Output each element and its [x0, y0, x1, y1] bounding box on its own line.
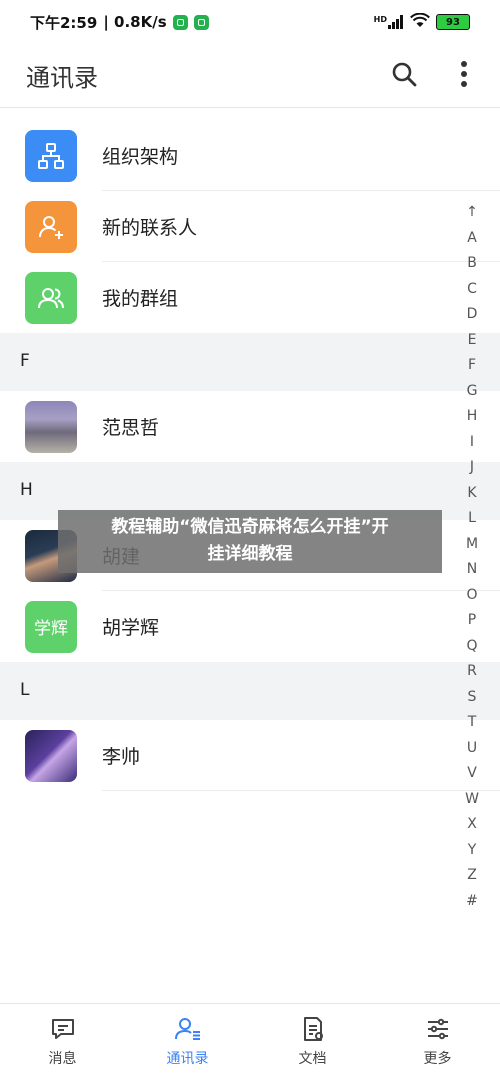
tab-documents[interactable]: 文档 [250, 1004, 375, 1084]
alphabet-index-letter[interactable]: N [467, 557, 477, 583]
more-vertical-icon [461, 61, 467, 87]
alphabet-index-letter[interactable]: V [467, 761, 477, 787]
quick-item-label: 我的群组 [102, 288, 179, 310]
alphabet-index-letter[interactable]: P [468, 608, 476, 634]
status-bar: 下午2:59 | 0.8K/s HD 93 [0, 0, 500, 44]
quick-item-new-contacts[interactable]: 新的联系人 [0, 191, 500, 262]
quick-item-label: 新的联系人 [102, 217, 198, 239]
bottom-nav: 消息 通讯录 文档 更多 [0, 1003, 500, 1084]
alphabet-index-letter[interactable]: Z [467, 863, 477, 889]
alphabet-index-letter[interactable]: U [467, 736, 477, 762]
page-title: 通讯录 [26, 64, 98, 92]
alphabet-index-letter[interactable]: L [468, 506, 476, 532]
contact-row[interactable]: 学辉 胡学辉 [0, 591, 500, 662]
alphabet-index-letter[interactable]: A [467, 226, 477, 252]
status-left: 下午2:59 | 0.8K/s [30, 12, 209, 33]
contact-name: 胡学辉 [102, 617, 160, 639]
status-right: HD 93 [374, 12, 470, 32]
add-user-icon [25, 200, 77, 253]
alphabet-index-letter[interactable]: D [467, 302, 478, 328]
alphabet-index-letter[interactable]: G [467, 379, 478, 405]
alphabet-index-letter[interactable]: M [466, 532, 478, 558]
divider [102, 790, 500, 791]
overlay-line-1: 教程辅助“微信迅奇麻将怎么开挂”开 [111, 517, 389, 537]
tab-label: 文档 [298, 1051, 327, 1067]
alphabet-index-letter[interactable]: ↑ [466, 200, 478, 226]
overlay-line-2: 挂详细教程 [207, 544, 293, 564]
section-letter: F [20, 351, 30, 371]
contact-avatar [25, 729, 77, 782]
contact-avatar: 学辉 [25, 600, 77, 653]
alphabet-index-letter[interactable]: # [466, 889, 478, 915]
alphabet-index-letter[interactable]: X [467, 812, 477, 838]
status-time: 下午2:59 [30, 13, 98, 32]
search-button[interactable] [388, 58, 420, 90]
tab-label: 消息 [48, 1051, 77, 1067]
alphabet-index-letter[interactable]: J [470, 455, 474, 481]
alphabet-index-letter[interactable]: T [468, 710, 477, 736]
alphabet-index-letter[interactable]: O [466, 583, 477, 609]
document-icon [303, 1017, 323, 1041]
app-header: 通讯录 [0, 44, 500, 108]
quick-item-org-chart[interactable]: 组织架构 [0, 120, 500, 191]
alphabet-index-letter[interactable]: H [467, 404, 478, 430]
watermark-overlay: 教程辅助“微信迅奇麻将怎么开挂”开 挂详细教程 [58, 510, 442, 573]
alphabet-index-letter[interactable]: S [468, 685, 477, 711]
alphabet-index-letter[interactable]: B [467, 251, 477, 277]
quick-item-label: 组织架构 [102, 146, 179, 168]
section-header-f: F [0, 333, 500, 391]
alphabet-index-letter[interactable]: F [468, 353, 476, 379]
message-icon [51, 1019, 74, 1039]
sliders-icon [427, 1018, 448, 1040]
battery-icon: 93 [436, 14, 470, 30]
tab-label: 通讯录 [166, 1051, 209, 1067]
contact-avatar [25, 400, 77, 453]
hd-label: HD [373, 15, 387, 24]
search-icon [392, 62, 417, 87]
tab-more[interactable]: 更多 [375, 1004, 500, 1084]
alphabet-index-letter[interactable]: E [468, 328, 477, 354]
alphabet-index-letter[interactable]: K [467, 481, 476, 507]
alphabet-index-letter[interactable]: Q [466, 634, 477, 660]
wifi-icon [410, 12, 430, 32]
alphabet-index[interactable]: ↑ A B C D E F G H I J K L M N O P Q R S T U V W X Y Z # [462, 200, 482, 914]
alphabet-index-letter[interactable]: W [465, 787, 479, 813]
tab-messages[interactable]: 消息 [0, 1004, 125, 1084]
quick-item-my-groups[interactable]: 我的群组 [0, 262, 500, 333]
contacts-icon [174, 1018, 200, 1040]
group-icon [25, 271, 77, 324]
signal-icon: HD [374, 15, 404, 29]
network-speed: | 0.8K/s [103, 13, 167, 31]
tab-contacts[interactable]: 通讯录 [125, 1004, 250, 1084]
contact-name: 范思哲 [102, 417, 160, 439]
notification-app-icon [172, 14, 188, 30]
more-options-button[interactable] [448, 58, 480, 90]
alphabet-index-letter[interactable]: R [467, 659, 477, 685]
alphabet-index-letter[interactable]: Y [468, 838, 477, 864]
contact-row[interactable]: 范思哲 [0, 391, 500, 462]
section-letter: L [20, 680, 30, 700]
org-chart-icon [25, 129, 77, 182]
section-letter: H [20, 480, 33, 500]
notification-app-icon-2 [193, 14, 209, 30]
contact-row[interactable]: 李帅 [0, 720, 500, 791]
section-header-l: L [0, 662, 500, 720]
tab-label: 更多 [423, 1051, 452, 1067]
contact-name: 李帅 [102, 746, 141, 768]
alphabet-index-letter[interactable]: I [470, 430, 474, 456]
alphabet-index-letter[interactable]: C [467, 277, 477, 303]
